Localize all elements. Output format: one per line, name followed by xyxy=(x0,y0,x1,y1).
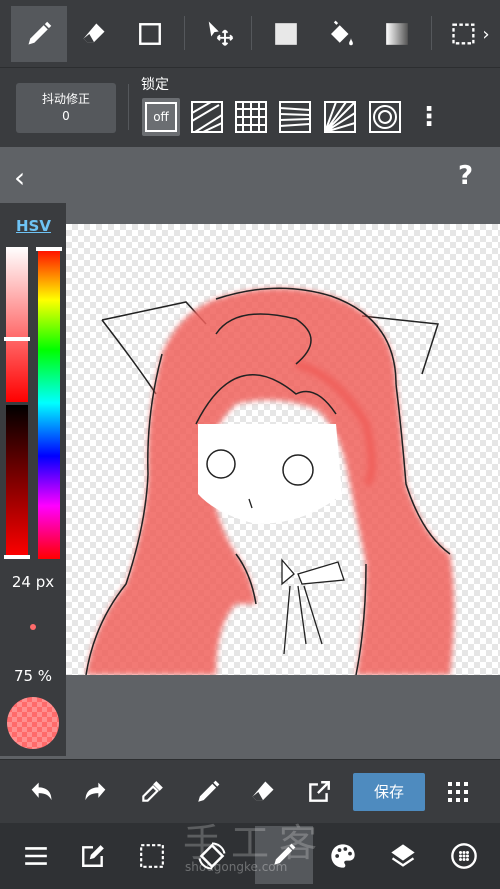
brightness-handle[interactable] xyxy=(4,555,30,559)
gradient-tool-button[interactable] xyxy=(369,6,425,62)
lock-radial-button[interactable] xyxy=(321,98,359,136)
edit-square-icon xyxy=(82,845,104,867)
lock-off-label: off xyxy=(145,102,177,132)
eraser-icon xyxy=(83,23,105,43)
hue-slider[interactable] xyxy=(38,247,60,559)
fill-square-icon xyxy=(275,23,297,45)
dotted-circle-icon xyxy=(451,843,477,869)
dashed-selection-icon xyxy=(140,844,164,868)
grid-icon xyxy=(235,101,267,133)
opacity-value[interactable]: 75 % xyxy=(0,667,66,685)
current-color-swatch[interactable] xyxy=(7,697,59,749)
brush-size-dot xyxy=(30,624,36,630)
brush-button[interactable] xyxy=(186,770,230,814)
selection-tool-button[interactable]: › xyxy=(440,6,500,62)
more-vertical-icon: ⋮ xyxy=(416,102,442,132)
layers-button[interactable] xyxy=(381,834,425,878)
back-chevron-icon[interactable]: ‹ xyxy=(14,161,25,194)
watermark-text: 手工客 xyxy=(183,821,328,865)
gradient-icon xyxy=(386,23,408,45)
top-toolbar: › xyxy=(0,0,500,67)
hue-handle[interactable] xyxy=(36,247,62,251)
external-link-icon xyxy=(309,781,330,802)
stabilizer-label: 抖动修正 xyxy=(41,92,90,106)
sub-toolbar: 抖动修正 0 锁定 off ⋮ xyxy=(0,67,500,148)
saturation-handle[interactable] xyxy=(4,337,30,341)
palette-icon xyxy=(331,844,355,868)
grid-menu-button[interactable] xyxy=(436,770,480,814)
lock-perspective-button[interactable] xyxy=(276,98,314,136)
bucket-tool-button[interactable] xyxy=(313,6,369,62)
redo-icon xyxy=(85,782,106,801)
select-button[interactable] xyxy=(130,834,174,878)
rectangle-icon xyxy=(139,23,161,45)
color-palette-button[interactable] xyxy=(321,834,365,878)
move-icon xyxy=(208,21,234,46)
undo-icon xyxy=(31,782,52,801)
dots-grid-icon xyxy=(448,782,468,802)
more-options-button[interactable]: ⋮ xyxy=(410,98,448,136)
color-mode-toggle[interactable]: HSV xyxy=(16,217,51,235)
concentric-circles-icon xyxy=(369,101,401,133)
hamburger-icon xyxy=(25,847,47,865)
share-button[interactable] xyxy=(297,770,341,814)
bucket-icon xyxy=(331,20,353,46)
pencil-icon xyxy=(198,780,220,802)
undo-button[interactable] xyxy=(19,770,63,814)
color-panel: HSV 24 px 75 % xyxy=(0,203,66,756)
selection-icon xyxy=(452,23,475,45)
eraser-button[interactable] xyxy=(241,770,285,814)
character-drawing xyxy=(85,287,454,676)
fill-color-button[interactable] xyxy=(258,6,314,62)
lock-grid-button[interactable] xyxy=(232,98,270,136)
radial-lines-icon xyxy=(324,101,356,133)
edit-button[interactable] xyxy=(71,834,115,878)
stabilizer-button[interactable]: 抖动修正 0 xyxy=(16,83,116,133)
eraser-icon xyxy=(252,781,274,801)
pen-icon xyxy=(28,21,52,45)
eyedropper-icon xyxy=(142,781,163,802)
eraser-tool-button[interactable] xyxy=(66,6,122,62)
save-button[interactable]: 保存 xyxy=(353,773,425,811)
lock-label: 锁定 xyxy=(141,77,169,93)
diagonal-lines-icon xyxy=(191,101,223,133)
shape-tool-button[interactable] xyxy=(122,6,178,62)
layers-icon xyxy=(391,844,415,867)
menu-button[interactable] xyxy=(14,834,58,878)
material-button[interactable] xyxy=(442,834,486,878)
lock-circle-button[interactable] xyxy=(366,98,404,136)
watermark-url: shougongke.com xyxy=(185,860,288,874)
stabilizer-value: 0 xyxy=(62,109,70,123)
drawing-canvas[interactable] xyxy=(66,224,500,676)
brightness-slider[interactable] xyxy=(6,405,28,557)
saturation-slider[interactable] xyxy=(6,247,28,402)
chevron-right-icon: › xyxy=(482,23,490,45)
lock-off-button[interactable]: off xyxy=(142,98,180,136)
move-tool-button[interactable] xyxy=(192,6,248,62)
lock-parallel-button[interactable] xyxy=(188,98,226,136)
redo-button[interactable] xyxy=(74,770,118,814)
help-icon[interactable]: ? xyxy=(458,161,473,191)
brush-size-value[interactable]: 24 px xyxy=(0,573,66,591)
perspective-lines-icon xyxy=(279,101,311,133)
eyedropper-button[interactable] xyxy=(130,770,174,814)
pen-tool-button[interactable] xyxy=(11,6,67,62)
